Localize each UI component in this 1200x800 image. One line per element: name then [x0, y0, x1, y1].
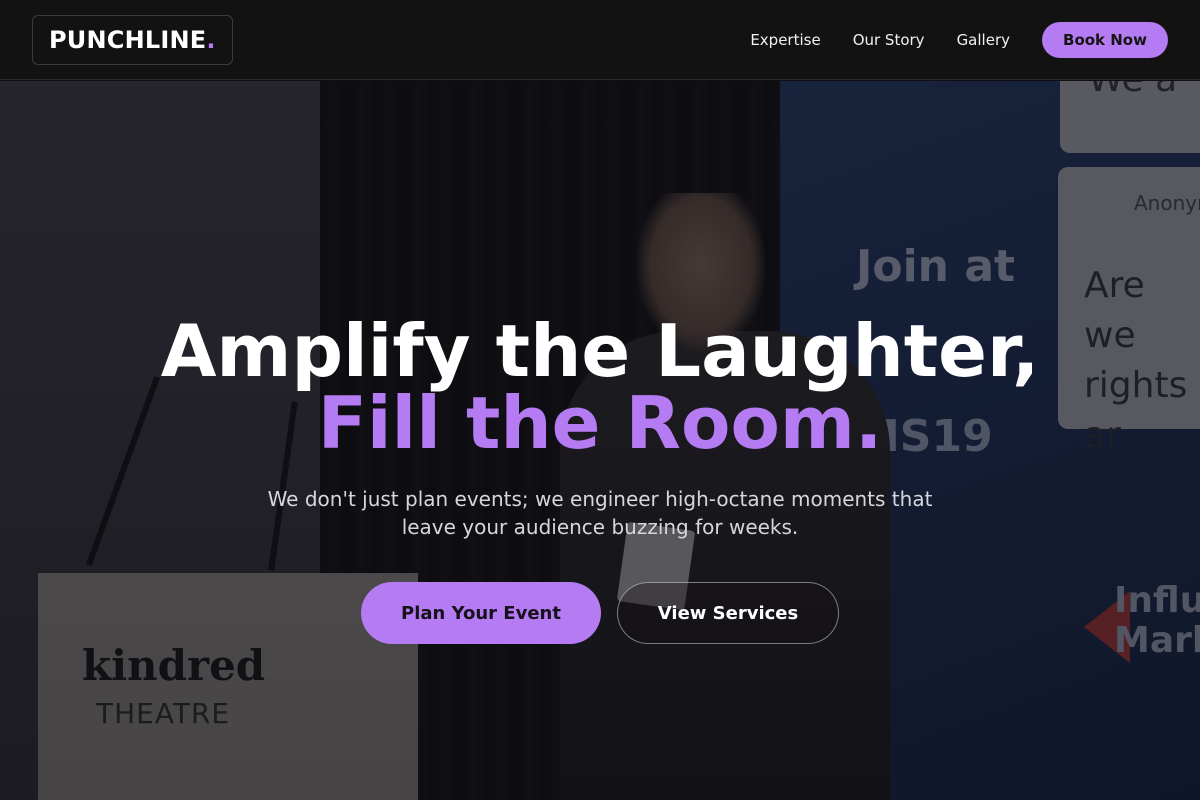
book-now-button[interactable]: Book Now — [1042, 21, 1168, 58]
view-services-button[interactable]: View Services — [617, 582, 839, 644]
brand-logo[interactable]: PUNCHLINE. — [32, 14, 233, 65]
nav-link-our-story[interactable]: Our Story — [853, 31, 925, 49]
nav-link-expertise[interactable]: Expertise — [750, 31, 820, 49]
nav-link-gallery[interactable]: Gallery — [957, 31, 1010, 49]
top-navbar: PUNCHLINE. Expertise Our Story Gallery B… — [0, 0, 1200, 80]
logo-dot: . — [206, 25, 216, 54]
headline-line-1: Amplify the Laughter, — [160, 309, 1040, 393]
hero-headline: Amplify the Laughter, Fill the Room. — [0, 315, 1200, 459]
logo-text: PUNCHLINE — [49, 25, 207, 54]
headline-line-2: Fill the Room. — [317, 381, 883, 465]
plan-event-button[interactable]: Plan Your Event — [361, 582, 601, 644]
nav-menu: Expertise Our Story Gallery Book Now — [750, 21, 1168, 58]
hero-content: Amplify the Laughter, Fill the Room. We … — [0, 81, 1200, 800]
hero-section: We a Anonym Are we rights ar Join at MS1… — [0, 81, 1200, 800]
cta-group: Plan Your Event View Services — [0, 582, 1200, 644]
hero-subtext: We don't just plan events; we engineer h… — [267, 487, 933, 539]
